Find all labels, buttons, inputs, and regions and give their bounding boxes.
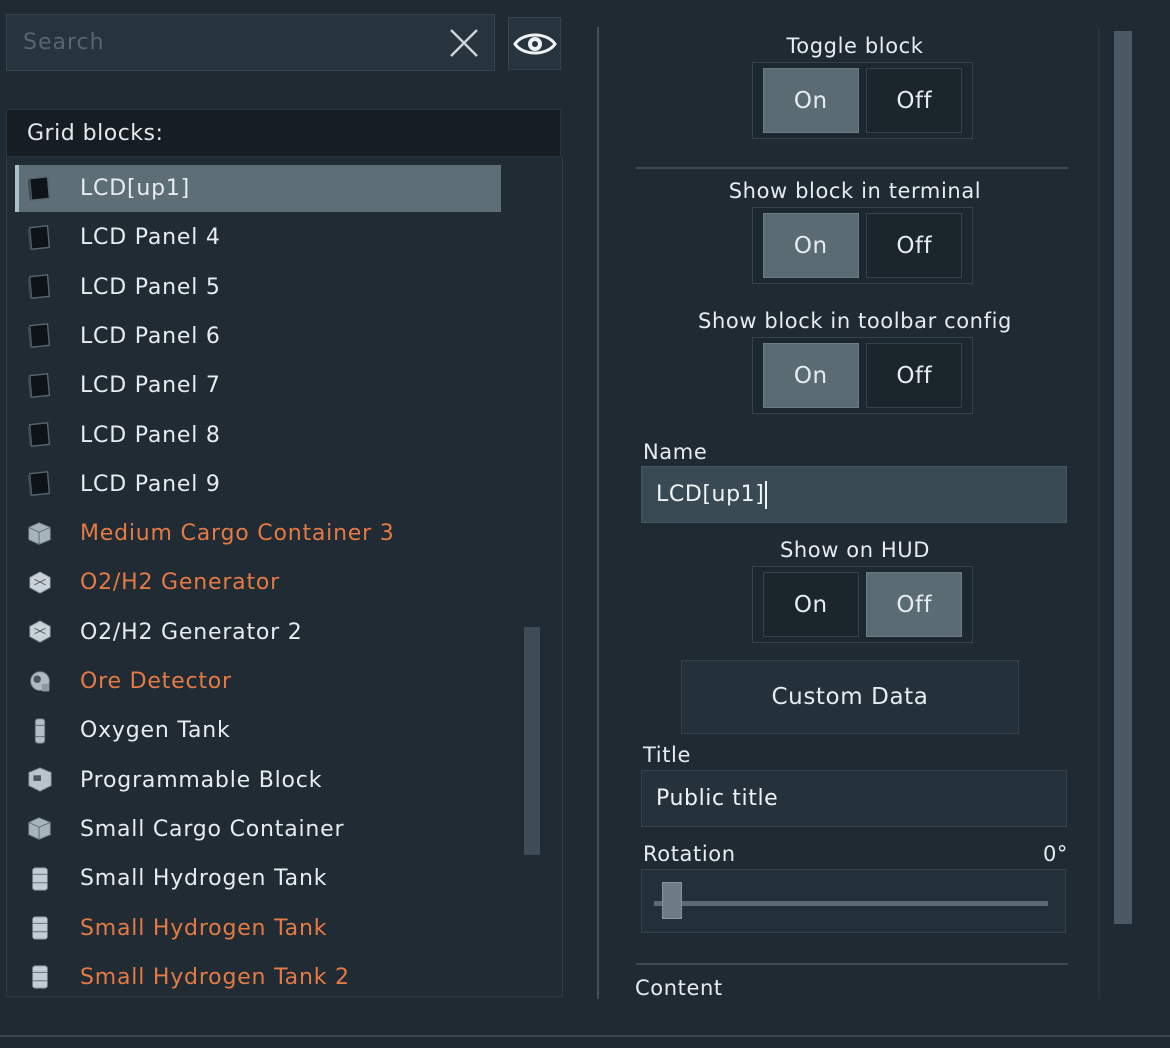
cargo-container-icon (25, 519, 55, 549)
list-item[interactable]: Small Cargo Container (15, 806, 501, 853)
grid-blocks-header: Grid blocks: (6, 109, 561, 157)
rotation-value: 0° (1042, 842, 1068, 866)
properties-scrollbar[interactable] (1114, 31, 1132, 924)
list-item-label: LCD[up1] (80, 176, 191, 201)
show-hud-switch[interactable]: On Off (752, 566, 973, 643)
list-item[interactable]: Programmable Block (15, 757, 501, 804)
hydrogen-tank-icon (25, 962, 55, 992)
list-item-label: Small Hydrogen Tank 2 (80, 964, 350, 990)
toggle-block-switch[interactable]: On Off (752, 62, 973, 139)
list-item-label: Small Hydrogen Tank (80, 866, 328, 892)
list-item[interactable]: O2/H2 Generator (15, 559, 501, 606)
generator-icon (25, 617, 55, 647)
content-label: Content (635, 976, 723, 1000)
clear-search-button[interactable] (434, 15, 494, 70)
cargo-container-icon (25, 814, 55, 844)
list-item-label: LCD Panel 8 (80, 422, 221, 448)
list-item[interactable]: Oxygen Tank (15, 707, 501, 754)
rotation-slider-track[interactable] (654, 901, 1048, 906)
show-toolbar-off-button[interactable]: Off (866, 343, 963, 408)
list-item[interactable]: Medium Cargo Container 3 (15, 510, 501, 557)
programmable-block-icon (25, 765, 55, 795)
show-terminal-switch[interactable]: On Off (752, 207, 973, 284)
list-item-label: Ore Detector (80, 669, 232, 694)
ore-detector-icon (25, 667, 55, 697)
list-item[interactable]: LCD Panel 9 (15, 461, 501, 508)
section-divider (636, 167, 1068, 169)
list-item-label: LCD Panel 4 (80, 225, 221, 251)
list-scrollbar[interactable] (524, 627, 540, 855)
list-item[interactable]: O2/H2 Generator 2 (15, 609, 501, 656)
show-terminal-off-button[interactable]: Off (866, 213, 963, 278)
show-terminal-label: Show block in terminal (728, 179, 982, 203)
hydrogen-tank-icon (25, 913, 55, 943)
show-hud-off-button[interactable]: Off (866, 572, 963, 637)
show-toolbar-on-button[interactable]: On (762, 343, 859, 408)
list-item-label: Small Hydrogen Tank (80, 915, 328, 941)
rotation-label: Rotation (643, 842, 736, 866)
title-input-value: Public title (656, 786, 779, 811)
oxygen-tank-icon (25, 716, 55, 746)
toggle-block-label: Toggle block (786, 34, 924, 58)
name-input[interactable]: LCD[up1] (641, 466, 1067, 523)
name-label: Name (643, 440, 708, 464)
list-item[interactable]: LCD Panel 5 (15, 264, 501, 311)
visibility-toggle-button[interactable] (508, 17, 561, 70)
list-item-label: LCD Panel 9 (80, 471, 221, 497)
list-item[interactable]: LCD Panel 8 (15, 412, 501, 459)
list-item[interactable]: Ore Detector (15, 658, 501, 705)
list-item[interactable]: LCD Panel 6 (15, 313, 501, 360)
lcd-panel-icon (25, 223, 55, 253)
list-item-label: LCD Panel 5 (80, 274, 221, 300)
list-item[interactable]: LCD[up1] (15, 165, 501, 212)
rotation-slider-thumb[interactable] (662, 882, 682, 919)
lcd-panel-icon (25, 420, 55, 450)
list-item-label: LCD Panel 7 (80, 373, 221, 399)
show-hud-label: Show on HUD (779, 538, 931, 562)
lcd-panel-icon (25, 371, 55, 401)
list-item-label: LCD Panel 6 (80, 323, 221, 349)
list-item-label: O2/H2 Generator (80, 570, 280, 596)
lcd-panel-icon (25, 321, 55, 351)
show-toolbar-switch[interactable]: On Off (752, 337, 973, 414)
list-item-label: Programmable Block (80, 767, 323, 793)
toggle-block-on-button[interactable]: On (762, 68, 859, 133)
list-item-label: Small Cargo Container (80, 816, 345, 842)
search-input[interactable] (7, 15, 434, 70)
list-item[interactable]: LCD Panel 7 (15, 362, 501, 409)
close-icon (450, 28, 478, 57)
list-item[interactable]: Small Hydrogen Tank (15, 905, 501, 952)
list-item[interactable]: Small Hydrogen Tank 2 (15, 954, 501, 996)
grid-blocks-list[interactable]: LCD[up1] LCD Panel 4 LCD Panel 5 LCD Panel … (6, 157, 563, 997)
generator-icon (25, 568, 55, 598)
text-caret (765, 480, 768, 509)
custom-data-button[interactable]: Custom Data (681, 660, 1019, 734)
name-input-value: LCD[up1] (656, 482, 765, 507)
search-box[interactable] (6, 14, 495, 71)
lcd-panel-icon (25, 174, 55, 204)
rotation-slider[interactable] (641, 869, 1066, 933)
hydrogen-tank-icon (25, 864, 55, 894)
eye-icon (512, 33, 557, 54)
scroll-divider (1098, 27, 1100, 999)
panel-divider (597, 27, 599, 999)
list-item[interactable]: LCD Panel 4 (15, 214, 501, 261)
show-hud-on-button[interactable]: On (762, 572, 859, 637)
lcd-panel-icon (25, 469, 55, 499)
list-item-label: Oxygen Tank (80, 718, 231, 744)
toggle-block-off-button[interactable]: Off (866, 68, 963, 133)
title-input[interactable]: Public title (641, 770, 1067, 827)
list-item-label: Medium Cargo Container 3 (80, 521, 395, 547)
show-toolbar-label: Show block in toolbar config (698, 309, 1012, 333)
show-terminal-on-button[interactable]: On (762, 213, 859, 278)
bottom-divider (0, 1035, 1170, 1037)
list-item[interactable]: Small Hydrogen Tank (15, 855, 501, 902)
lcd-panel-icon (25, 272, 55, 302)
title-label: Title (643, 743, 692, 767)
list-item-label: O2/H2 Generator 2 (80, 619, 303, 645)
section-divider (636, 963, 1068, 965)
